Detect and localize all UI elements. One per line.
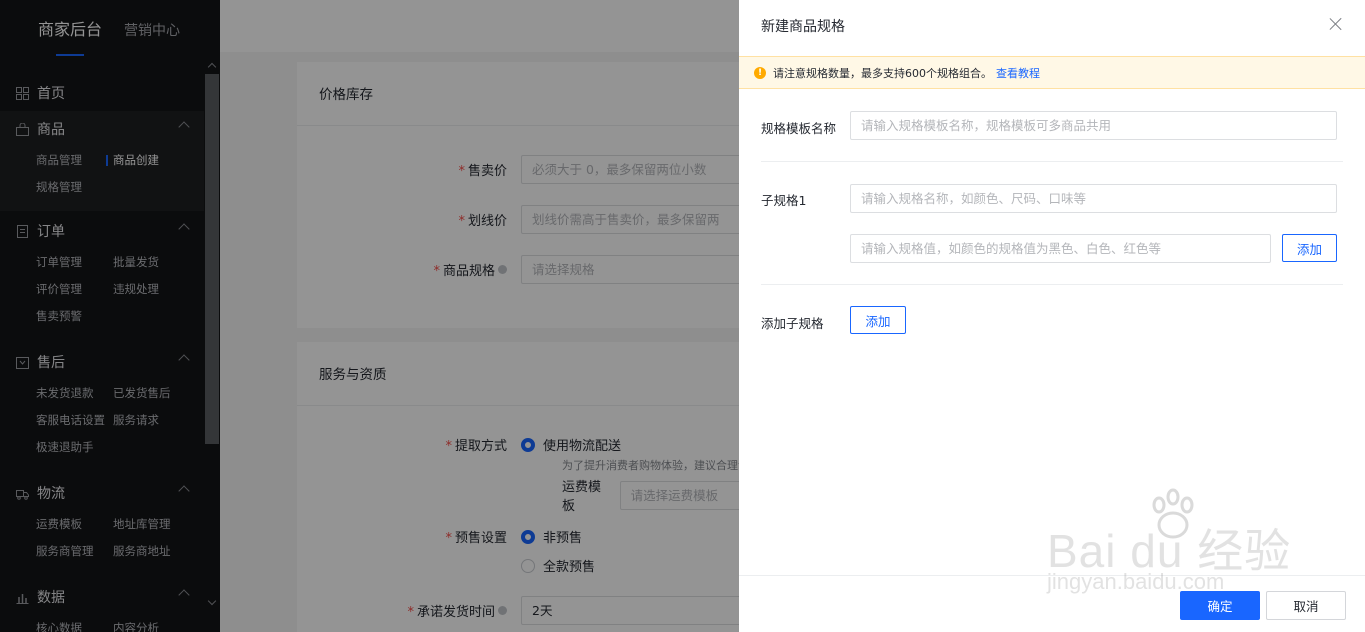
sub-spec-label: 子规格1 xyxy=(761,193,807,208)
close-icon[interactable] xyxy=(1329,17,1343,31)
notice-text: 请注意规格数量，最多支持600个规格组合。 xyxy=(773,66,992,80)
warning-icon: ! xyxy=(754,66,766,79)
sub-spec-name-input[interactable]: 请输入规格名称，如颜色、尺码、口味等 xyxy=(850,184,1337,213)
drawer-title: 新建商品规格 xyxy=(761,19,845,35)
add-sub-spec-label: 添加子规格 xyxy=(761,316,824,331)
baidu-jingyan-watermark: Bai du 经验 jingyan.baidu.com xyxy=(1045,485,1345,605)
template-name-input[interactable]: 请输入规格模板名称，规格模板可多商品共用 xyxy=(850,111,1337,140)
watermark-url: jingyan.baidu.com xyxy=(1047,569,1225,594)
drawer-header: 新建商品规格 xyxy=(739,0,1365,52)
template-name-label: 规格模板名称 xyxy=(761,121,837,136)
modal-mask[interactable] xyxy=(0,0,739,632)
add-value-button[interactable]: 添加 xyxy=(1282,234,1337,262)
notice-bar: ! 请注意规格数量，最多支持600个规格组合。 查看教程 xyxy=(739,56,1365,89)
divider xyxy=(761,161,1343,162)
divider xyxy=(761,284,1343,285)
sub-spec-value-input[interactable]: 请输入规格值，如颜色的规格值为黑色、白色、红色等 xyxy=(850,234,1271,263)
tutorial-link[interactable]: 查看教程 xyxy=(996,65,1040,81)
add-sub-spec-button[interactable]: 添加 xyxy=(850,306,906,334)
